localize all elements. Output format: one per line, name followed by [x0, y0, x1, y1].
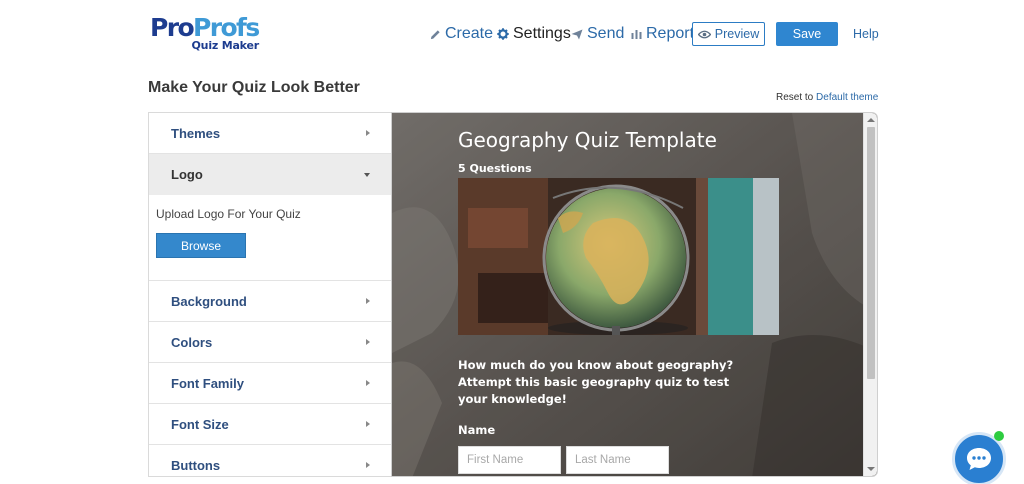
- caret-right-icon: [366, 462, 370, 468]
- logo-pro: Pro: [150, 13, 195, 42]
- pencil-icon: [430, 29, 440, 39]
- online-status-dot: [994, 431, 1004, 441]
- sidebar-item-buttons[interactable]: Buttons: [149, 445, 392, 476]
- bar-chart-icon: [631, 30, 642, 39]
- browse-button[interactable]: Browse: [156, 233, 246, 258]
- sidebar-item-font-family[interactable]: Font Family: [149, 363, 392, 404]
- help-link[interactable]: Help: [853, 27, 879, 41]
- proprofs-logo[interactable]: ProProfs Quiz Maker: [150, 13, 262, 53]
- caret-right-icon: [366, 130, 370, 136]
- name-field-label: Name: [458, 423, 496, 437]
- preview-scrollbar[interactable]: [863, 113, 877, 476]
- sidebar-item-font-size[interactable]: Font Size: [149, 404, 392, 445]
- sidebar-item-background[interactable]: Background: [149, 281, 392, 322]
- quiz-title: Geography Quiz Template: [458, 128, 717, 152]
- chat-bubble-icon: [967, 448, 991, 470]
- caret-down-icon: [364, 172, 370, 177]
- nav-settings[interactable]: Settings: [497, 22, 571, 46]
- preview-label: Preview: [714, 27, 760, 41]
- upload-logo-label: Upload Logo For Your Quiz: [156, 207, 301, 221]
- send-icon: [571, 29, 583, 39]
- nav-settings-label: Settings: [513, 25, 571, 42]
- gear-icon: [497, 28, 509, 40]
- eye-icon: [697, 30, 711, 38]
- save-button[interactable]: Save: [776, 22, 838, 46]
- scroll-down-icon[interactable]: [867, 467, 875, 471]
- logo-upload-panel: Upload Logo For Your Quiz Browse: [149, 195, 392, 281]
- question-count: 5 Questions: [458, 162, 532, 175]
- first-name-input[interactable]: [458, 446, 561, 474]
- customize-sidebar: Themes Logo Upload Logo For Your Quiz Br…: [148, 112, 392, 477]
- scroll-up-icon[interactable]: [867, 118, 875, 122]
- caret-right-icon: [366, 421, 370, 427]
- logo-subtitle: Quiz Maker: [191, 39, 260, 52]
- default-theme-link[interactable]: Default theme: [816, 92, 878, 103]
- scroll-thumb[interactable]: [867, 127, 875, 379]
- nav-send-label: Send: [587, 25, 625, 42]
- sidebar-item-colors[interactable]: Colors: [149, 322, 392, 363]
- sidebar-item-label: Colors: [171, 334, 213, 350]
- last-name-input[interactable]: [566, 446, 669, 474]
- nav-create-label: Create: [445, 25, 494, 42]
- caret-right-icon: [366, 380, 370, 386]
- nav-send[interactable]: Send: [571, 22, 624, 46]
- sidebar-item-logo[interactable]: Logo: [149, 154, 392, 195]
- sidebar-item-label: Themes: [171, 125, 221, 141]
- preview-button[interactable]: Preview: [692, 22, 765, 46]
- sidebar-item-label: Font Size: [171, 416, 229, 432]
- caret-right-icon: [366, 298, 370, 304]
- sidebar-item-themes[interactable]: Themes: [149, 113, 392, 154]
- nav-create[interactable]: Create: [430, 22, 493, 46]
- sidebar-item-label: Background: [171, 293, 247, 309]
- logo-wordmark: ProProfs: [150, 13, 260, 42]
- sidebar-item-label: Buttons: [171, 457, 221, 473]
- sidebar-item-label: Logo: [171, 167, 203, 182]
- reset-prefix: Reset to: [776, 92, 814, 103]
- logo-profs: Profs: [193, 13, 260, 42]
- reset-theme: Reset to Default theme: [776, 92, 878, 103]
- sidebar-item-label: Font Family: [171, 375, 244, 391]
- caret-right-icon: [366, 339, 370, 345]
- globe-image: [458, 178, 779, 335]
- quiz-description: How much do you know about geography? At…: [458, 358, 734, 406]
- quiz-preview: Geography Quiz Template 5 Questions How …: [391, 112, 878, 477]
- page-title: Make Your Quiz Look Better: [148, 79, 360, 96]
